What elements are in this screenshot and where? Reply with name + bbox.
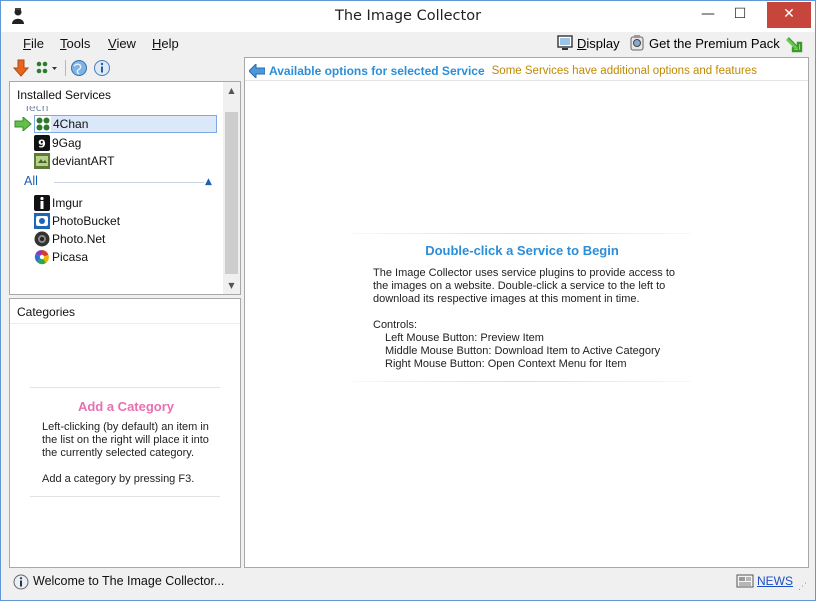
service-item-4chan[interactable]: 4Chan bbox=[34, 115, 217, 133]
display-icon bbox=[557, 35, 573, 50]
add-category-shortcut-hint: Add a category by pressing F3. bbox=[42, 473, 195, 485]
getting-started-body: The Image Collector uses service plugins… bbox=[373, 267, 676, 305]
main-content-panel[interactable]: Available options for selected Service S… bbox=[244, 57, 809, 568]
collapse-group-toggle[interactable]: ▲ bbox=[205, 177, 212, 187]
services-grid-dropdown-icon[interactable] bbox=[35, 59, 59, 77]
9gag-icon: 9 bbox=[34, 135, 50, 151]
installed-services-header: Installed Services bbox=[17, 88, 112, 102]
menu-view[interactable]: View bbox=[108, 36, 136, 51]
categories-panel[interactable]: Categories Add a Category Left-clicking … bbox=[9, 298, 241, 568]
menu-bar: File Tools View Help Display Get the Pre… bbox=[9, 32, 807, 55]
service-label: PhotoBucket bbox=[52, 214, 121, 228]
getting-started-bottom-divider bbox=[353, 381, 691, 382]
toolbar bbox=[9, 57, 241, 79]
group-divider bbox=[54, 182, 204, 183]
services-list[interactable]: Tech 4Chan 9 9Gag deviantART All ▲ Imgur… bbox=[10, 106, 222, 294]
news-link[interactable]: NEWS bbox=[736, 573, 793, 589]
scroll-down-arrow-icon[interactable]: ▼ bbox=[223, 277, 240, 294]
svg-text:9: 9 bbox=[38, 138, 46, 151]
toolbar-separator bbox=[65, 60, 66, 76]
menu-help[interactable]: Help bbox=[152, 36, 179, 51]
minimize-button[interactable]: — bbox=[694, 2, 722, 28]
scroll-up-arrow-icon[interactable]: ▲ bbox=[223, 82, 240, 99]
control-left-click: Left Mouse Button: Preview Item bbox=[385, 332, 544, 344]
download-arrow-icon[interactable] bbox=[12, 59, 30, 77]
services-scrollbar[interactable]: ▲ ▼ bbox=[223, 82, 240, 294]
categories-header-divider bbox=[10, 323, 240, 324]
status-info-icon bbox=[13, 574, 29, 590]
service-label: 9Gag bbox=[52, 136, 82, 150]
control-right-click: Right Mouse Button: Open Context Menu fo… bbox=[385, 358, 627, 370]
getting-started-box: Double-click a Service to Begin The Imag… bbox=[353, 233, 691, 382]
menu-file-accel: F bbox=[23, 36, 31, 51]
service-item-deviantart[interactable]: deviantART bbox=[34, 152, 114, 170]
getting-started-top-divider bbox=[353, 233, 691, 234]
installed-services-panel: Installed Services Tech 4Chan 9 9Gag dev… bbox=[9, 81, 241, 295]
4chan-icon bbox=[35, 116, 51, 132]
close-button[interactable]: ✕ bbox=[767, 2, 811, 28]
add-category-title: Add a Category bbox=[77, 399, 175, 414]
service-label: deviantART bbox=[52, 154, 115, 168]
control-middle-click: Middle Mouse Button: Download Item to Ac… bbox=[385, 345, 661, 357]
getting-started-title: Double-click a Service to Begin bbox=[425, 243, 619, 258]
news-label: NEWS bbox=[757, 574, 793, 588]
service-item-9gag[interactable]: 9 9Gag bbox=[34, 134, 81, 152]
photobucket-icon bbox=[34, 213, 50, 229]
header-divider bbox=[245, 80, 808, 81]
newspaper-icon bbox=[736, 574, 754, 588]
picasa-icon bbox=[34, 249, 49, 265]
service-item-picasa[interactable]: Picasa bbox=[34, 248, 88, 266]
status-bar: Welcome to The Image Collector... NEWS ⋰ bbox=[9, 571, 807, 593]
back-arrow-icon[interactable] bbox=[249, 64, 265, 78]
window-title: The Image Collector bbox=[334, 8, 482, 24]
group-header-all[interactable]: All bbox=[24, 174, 38, 188]
menu-tools-label: ools bbox=[66, 36, 91, 51]
group-header-tech: Tech bbox=[24, 106, 49, 114]
imgur-icon bbox=[34, 195, 50, 211]
menu-help-label: elp bbox=[161, 36, 179, 51]
green-arrow-icon[interactable] bbox=[785, 35, 803, 53]
info-icon[interactable] bbox=[93, 59, 111, 77]
maximize-button[interactable]: ☐ bbox=[726, 2, 754, 28]
menu-tools[interactable]: Tools bbox=[60, 36, 90, 51]
selected-arrow-icon bbox=[14, 117, 32, 131]
service-label: 4Chan bbox=[53, 117, 89, 131]
globe-icon[interactable] bbox=[70, 59, 88, 77]
app-window: The Image Collector — ☐ ✕ File Tools Vie… bbox=[0, 0, 816, 601]
menu-help-accel: H bbox=[152, 36, 162, 51]
menu-file-label: ile bbox=[30, 36, 44, 51]
premium-pack-label: Get the Premium Pack bbox=[649, 35, 780, 51]
category-hint-top-divider bbox=[30, 387, 220, 388]
menu-file[interactable]: File bbox=[23, 36, 44, 51]
scroll-thumb[interactable] bbox=[225, 112, 238, 274]
category-hint-bottom-divider bbox=[30, 496, 220, 497]
service-options-subtitle: Some Services have additional options an… bbox=[491, 65, 757, 77]
service-item-photonet[interactable]: Photo.Net bbox=[34, 230, 105, 248]
service-label: Imgur bbox=[52, 196, 83, 210]
service-label: Photo.Net bbox=[52, 232, 106, 246]
menu-view-label: iew bbox=[116, 36, 136, 51]
service-options-header: Available options for selected Service S… bbox=[249, 63, 757, 79]
service-label: Picasa bbox=[52, 250, 89, 264]
categories-header: Categories bbox=[17, 305, 76, 319]
deviantart-icon bbox=[34, 153, 50, 169]
premium-pack-icon bbox=[630, 35, 644, 51]
display-label: isplay bbox=[586, 35, 620, 51]
service-options-title: Available options for selected Service bbox=[269, 64, 485, 78]
display-button[interactable]: Display bbox=[556, 34, 620, 52]
status-message: Welcome to The Image Collector... bbox=[33, 574, 225, 588]
service-item-photobucket[interactable]: PhotoBucket bbox=[34, 212, 120, 230]
service-item-imgur[interactable]: Imgur bbox=[34, 194, 83, 212]
photonet-icon bbox=[34, 231, 50, 247]
premium-pack-button[interactable]: Get the Premium Pack bbox=[628, 34, 780, 52]
resize-grip-icon[interactable]: ⋰ bbox=[798, 582, 807, 592]
add-category-description: Left-clicking (by default) an item in th… bbox=[42, 421, 209, 459]
display-accel: D bbox=[577, 35, 587, 51]
controls-label: Controls: bbox=[373, 319, 418, 331]
title-bar[interactable]: The Image Collector — ☐ ✕ bbox=[1, 1, 815, 32]
controls-list: Controls: Left Mouse Button: Preview Ite… bbox=[373, 319, 683, 371]
